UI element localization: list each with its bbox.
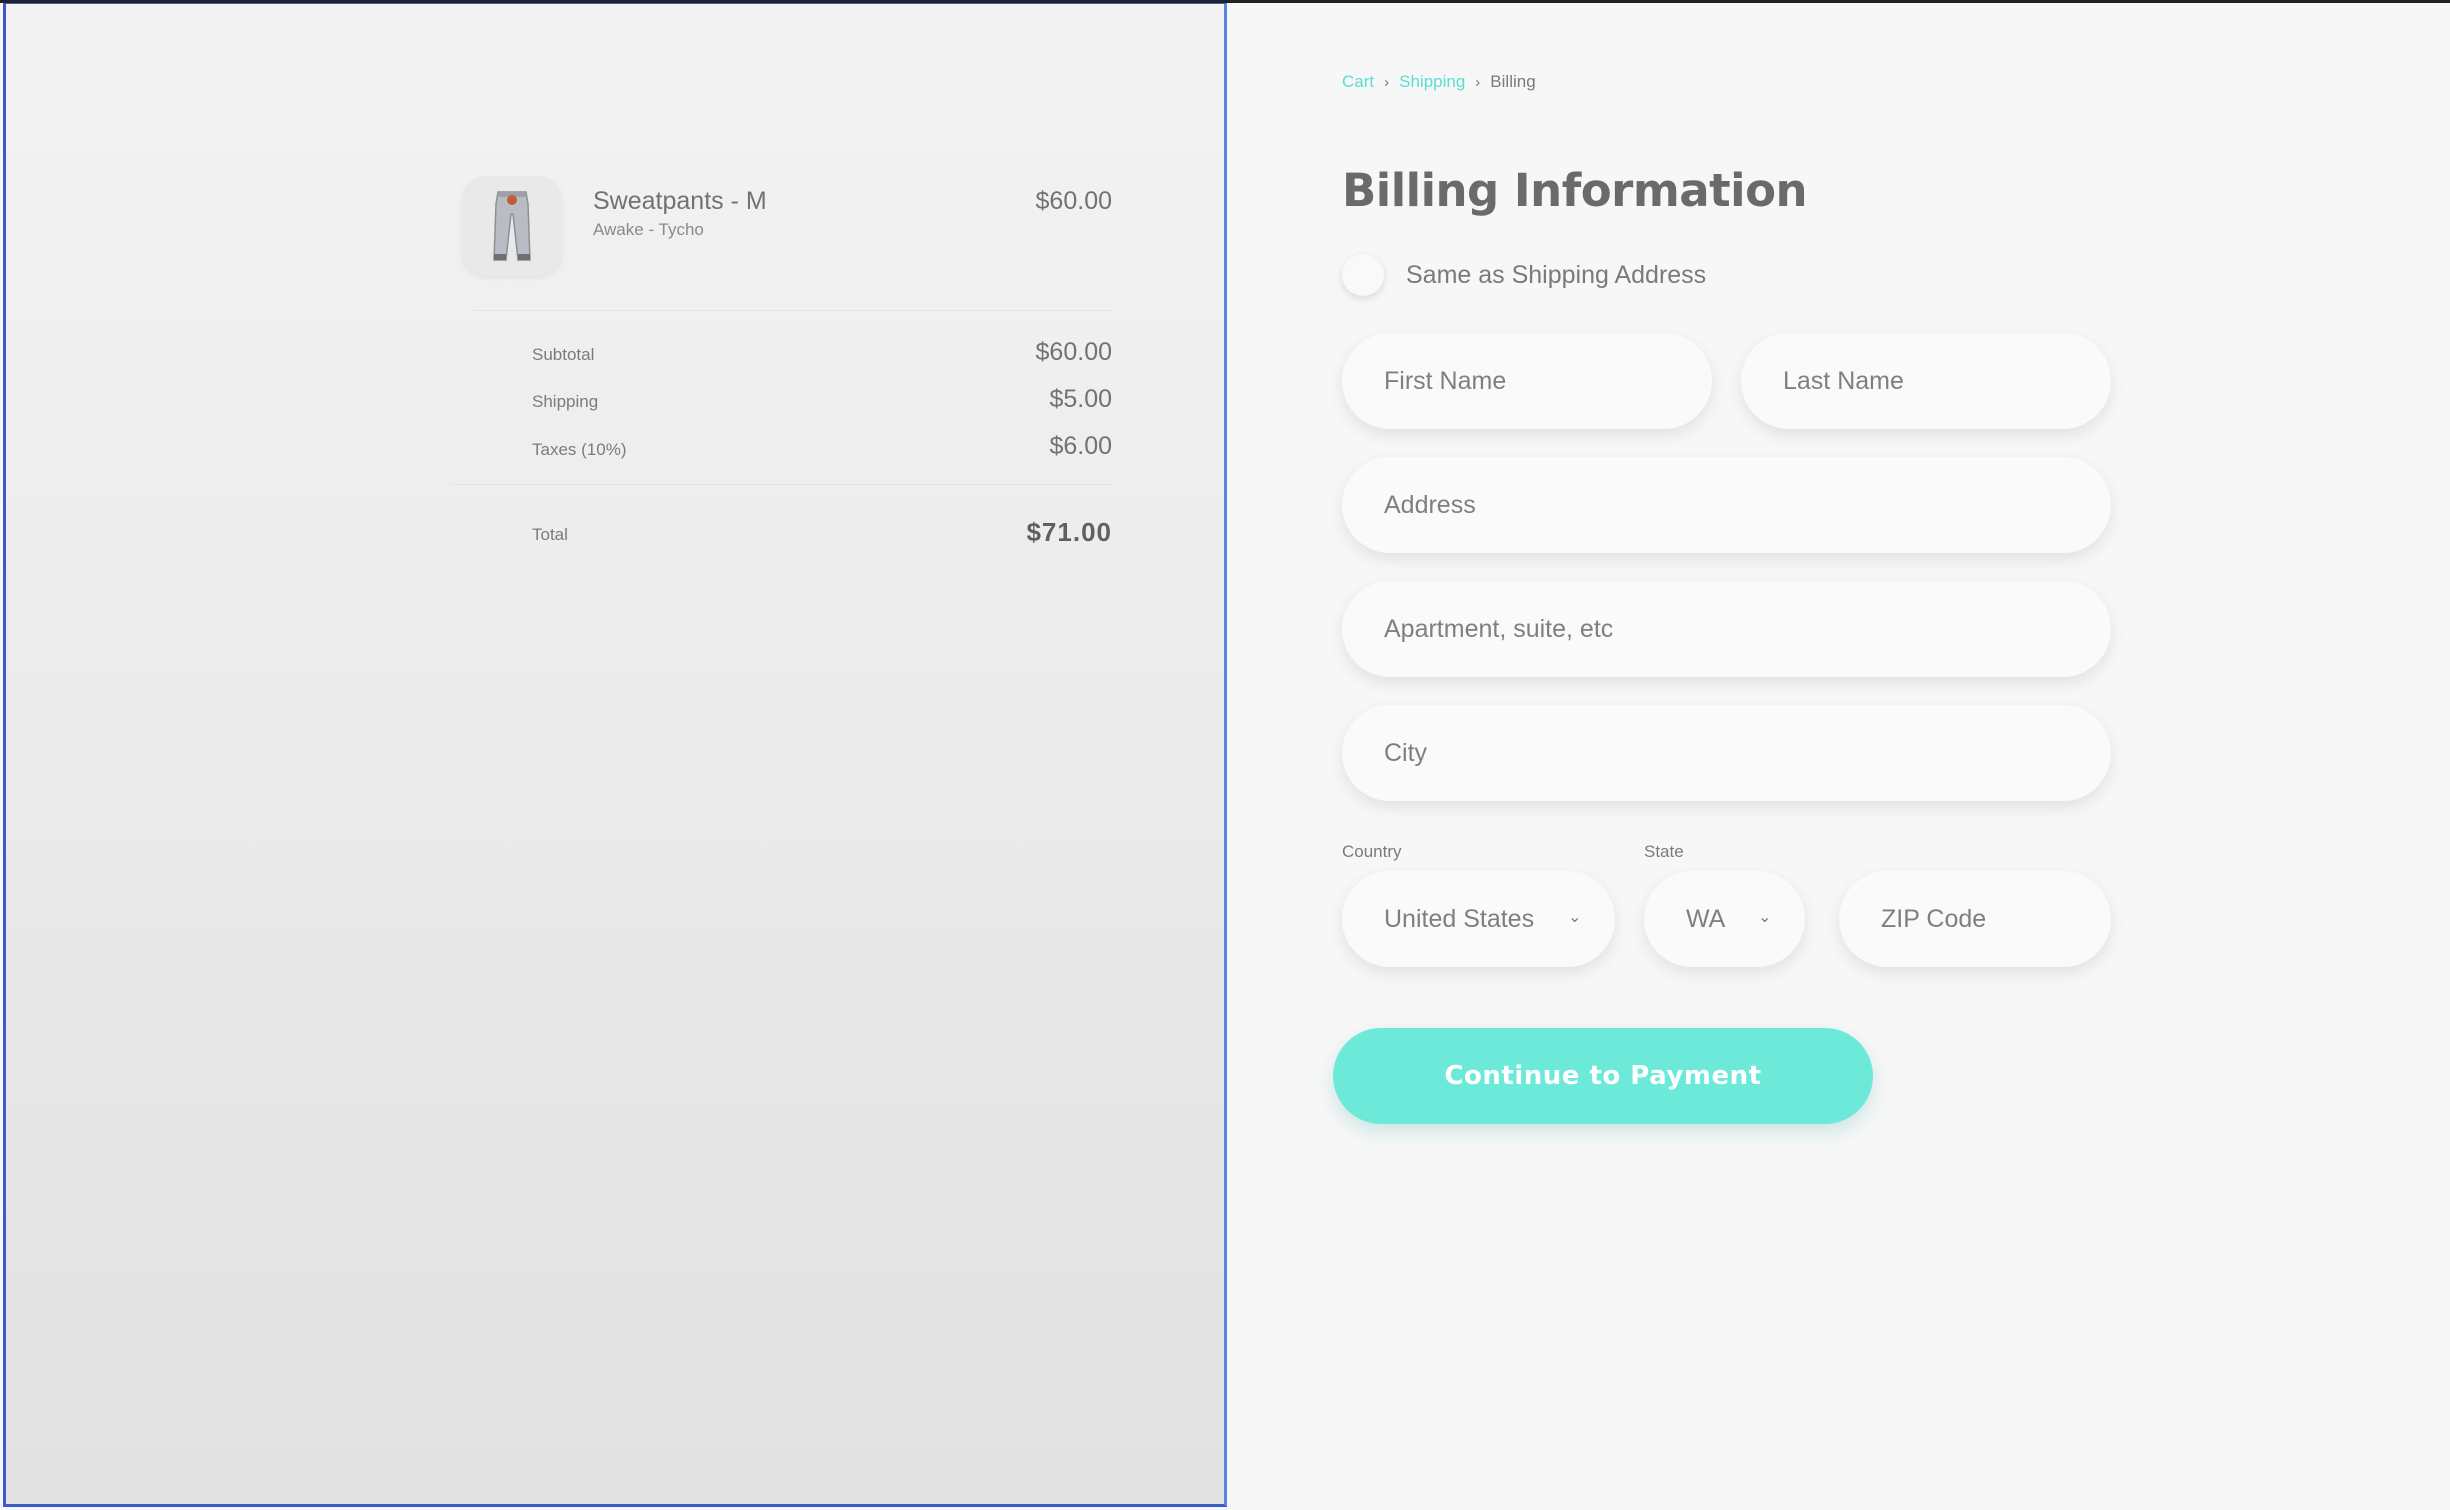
state-value: WA — [1686, 904, 1726, 933]
summary-divider — [473, 310, 1113, 311]
total-value: $71.00 — [1026, 517, 1112, 547]
country-label: Country — [1342, 842, 1402, 861]
subtotal-value: $60.00 — [1035, 338, 1112, 366]
same-as-shipping-row: Same as Shipping Address — [1342, 254, 1706, 296]
taxes-label: Taxes (10%) — [532, 440, 627, 459]
item-subtitle: Awake - Tycho — [593, 220, 704, 239]
country-select[interactable]: United States ⌄ — [1342, 871, 1615, 967]
zip-code-field[interactable] — [1839, 871, 2111, 967]
product-thumbnail — [462, 176, 562, 276]
same-as-shipping-label[interactable]: Same as Shipping Address — [1406, 261, 1706, 290]
address-field[interactable] — [1342, 457, 2111, 553]
shipping-value: $5.00 — [1049, 385, 1112, 413]
breadcrumb-billing-current: Billing — [1490, 72, 1536, 91]
continue-to-payment-button[interactable]: Continue to Payment — [1333, 1028, 1873, 1124]
item-price: $60.00 — [1035, 187, 1112, 215]
city-field[interactable] — [1342, 705, 2111, 801]
state-select[interactable]: WA ⌄ — [1644, 871, 1805, 967]
sweatpants-icon — [493, 191, 531, 261]
shipping-label: Shipping — [532, 392, 599, 411]
last-name-field[interactable] — [1741, 333, 2111, 429]
same-as-shipping-checkbox[interactable] — [1342, 254, 1384, 296]
breadcrumb: Cart › Shipping › Billing — [1342, 72, 1536, 92]
subtotal-label: Subtotal — [532, 345, 595, 364]
state-label: State — [1644, 842, 1684, 861]
total-divider — [452, 484, 1112, 485]
chevron-right-icon: › — [1475, 73, 1481, 91]
country-value: United States — [1384, 904, 1535, 933]
taxes-value: $6.00 — [1049, 432, 1112, 460]
chevron-right-icon: › — [1384, 73, 1390, 91]
page-title: Billing Information — [1342, 164, 1808, 217]
cart-item: Sweatpants - M Awake - Tycho $60.00 — [462, 176, 1112, 286]
chevron-down-icon: ⌄ — [1758, 909, 1772, 926]
item-name: Sweatpants - M — [593, 187, 767, 215]
breadcrumb-shipping-link[interactable]: Shipping — [1399, 72, 1465, 92]
total-label: Total — [532, 525, 568, 544]
apartment-field[interactable] — [1342, 581, 2111, 677]
chevron-down-icon: ⌄ — [1568, 909, 1582, 926]
first-name-field[interactable] — [1342, 333, 1712, 429]
order-summary: Sweatpants - M Awake - Tycho $60.00 — [462, 176, 1112, 286]
breadcrumb-cart-link[interactable]: Cart — [1342, 72, 1374, 92]
